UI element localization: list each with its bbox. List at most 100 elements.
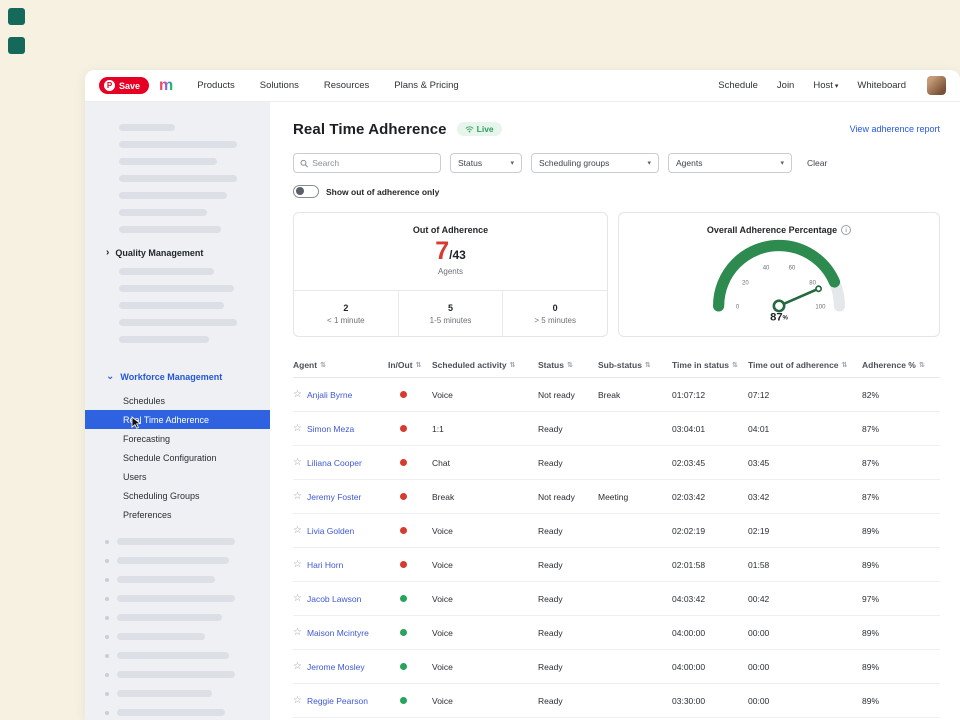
agent-link[interactable]: Livia Golden bbox=[307, 526, 354, 536]
star-icon[interactable]: ☆ bbox=[293, 423, 302, 434]
user-avatar[interactable] bbox=[927, 76, 946, 95]
time-out-of-adherence-cell: 01:58 bbox=[748, 560, 862, 570]
sidebar-item-users[interactable]: Users bbox=[85, 467, 270, 486]
table-row[interactable]: ☆Jeremy Foster Break Not ready Meeting 0… bbox=[293, 480, 940, 514]
table-row[interactable]: ☆Hari Horn Voice Ready 02:01:58 01:58 89… bbox=[293, 548, 940, 582]
sidebar-section-quality-management[interactable]: › Quality Management bbox=[85, 247, 270, 259]
sidebar: › Quality Management ⌄ Workforce Managem… bbox=[85, 102, 270, 720]
agent-link[interactable]: Jerome Mosley bbox=[307, 662, 365, 672]
overall-adherence-card: Overall Adherence Percentage i 0 20 40 6… bbox=[618, 212, 940, 337]
column-header-status[interactable]: Status⇅ bbox=[538, 360, 598, 370]
breakdown-under-1-min: 2 < 1 minute bbox=[294, 291, 398, 336]
nav-item-host[interactable]: Host▾ bbox=[813, 80, 838, 91]
nav-item-resources[interactable]: Resources bbox=[324, 80, 369, 91]
nav-item-solutions[interactable]: Solutions bbox=[260, 80, 299, 91]
decor-square-bottom bbox=[8, 37, 25, 54]
sidebar-item-forecasting[interactable]: Forecasting bbox=[85, 429, 270, 448]
column-header-scheduled-activity[interactable]: Scheduled activity⇅ bbox=[432, 360, 538, 370]
clear-filters-button[interactable]: Clear bbox=[807, 158, 827, 168]
column-header-inout[interactable]: In/Out⇅ bbox=[388, 360, 432, 370]
agent-link[interactable]: Hari Horn bbox=[307, 560, 343, 570]
table-row[interactable]: ☆Jacob Lawson Voice Ready 04:03:42 00:42… bbox=[293, 582, 940, 616]
star-icon[interactable]: ☆ bbox=[293, 389, 302, 400]
agent-link[interactable]: Jacob Lawson bbox=[307, 594, 361, 604]
nav-item-plans-pricing[interactable]: Plans & Pricing bbox=[394, 80, 458, 91]
star-icon[interactable]: ☆ bbox=[293, 593, 302, 604]
table-row[interactable]: ☆Livia Golden Voice Ready 02:02:19 02:19… bbox=[293, 514, 940, 548]
sort-icon: ⇅ bbox=[919, 361, 925, 369]
nav-item-schedule[interactable]: Schedule bbox=[718, 80, 758, 91]
sidebar-item-schedule-configuration[interactable]: Schedule Configuration bbox=[85, 448, 270, 467]
scheduled-activity-cell: Voice bbox=[432, 390, 538, 400]
scheduling-groups-filter-dropdown[interactable]: Scheduling groups ▾ bbox=[531, 153, 659, 173]
agent-link[interactable]: Anjali Byrne bbox=[307, 390, 352, 400]
search-input[interactable] bbox=[312, 158, 434, 168]
star-icon[interactable]: ☆ bbox=[293, 457, 302, 468]
scheduled-activity-cell: Voice bbox=[432, 662, 538, 672]
out-card-title: Out of Adherence bbox=[294, 225, 607, 235]
search-input-wrapper bbox=[293, 153, 441, 173]
skeleton-bar bbox=[119, 124, 175, 131]
svg-text:100: 100 bbox=[815, 304, 826, 310]
inout-status-dot bbox=[400, 391, 407, 398]
time-out-of-adherence-cell: 00:42 bbox=[748, 594, 862, 604]
column-header-time-out-of-adherence[interactable]: Time out of adherence⇅ bbox=[748, 360, 862, 370]
brand-logo[interactable]: m bbox=[159, 78, 173, 94]
nav-item-whiteboard[interactable]: Whiteboard bbox=[857, 80, 906, 91]
time-in-status-cell: 02:03:42 bbox=[672, 492, 748, 502]
pinterest-save-button[interactable]: P Save bbox=[99, 77, 149, 94]
column-header-time-in-status[interactable]: Time in status⇅ bbox=[672, 360, 748, 370]
skeleton-bar bbox=[119, 141, 237, 148]
table-row[interactable]: ☆Simon Meza 1:1 Ready 03:04:01 04:01 87% bbox=[293, 412, 940, 446]
scheduled-activity-cell: Voice bbox=[432, 594, 538, 604]
agent-link[interactable]: Reggie Pearson bbox=[307, 696, 368, 706]
scheduled-activity-cell: Chat bbox=[432, 458, 538, 468]
star-icon[interactable]: ☆ bbox=[293, 695, 302, 706]
star-icon[interactable]: ☆ bbox=[293, 661, 302, 672]
info-icon[interactable]: i bbox=[841, 225, 851, 235]
status-cell: Ready bbox=[538, 458, 598, 468]
status-cell: Ready bbox=[538, 696, 598, 706]
adherence-cell: 89% bbox=[862, 526, 938, 536]
table-row[interactable]: ☆Liliana Cooper Chat Ready 02:03:45 03:4… bbox=[293, 446, 940, 480]
time-out-of-adherence-cell: 03:42 bbox=[748, 492, 862, 502]
agent-link[interactable]: Jeremy Foster bbox=[307, 492, 361, 502]
live-badge: Live bbox=[457, 122, 502, 136]
sidebar-item-schedules[interactable]: Schedules bbox=[85, 391, 270, 410]
sidebar-item-real-time-adherence[interactable]: Real Time Adherence bbox=[85, 410, 270, 429]
sidebar-item-scheduling-groups[interactable]: Scheduling Groups bbox=[85, 486, 270, 505]
column-header-sub-status[interactable]: Sub-status⇅ bbox=[598, 360, 672, 370]
breakdown-over-5-min: 0 > 5 minutes bbox=[502, 291, 607, 336]
status-filter-dropdown[interactable]: Status ▾ bbox=[450, 153, 522, 173]
agent-link[interactable]: Maison Mcintyre bbox=[307, 628, 369, 638]
workforce-management-menu: Schedules Real Time Adherence Forecastin… bbox=[85, 391, 270, 524]
nav-item-products[interactable]: Products bbox=[197, 80, 235, 91]
table-row[interactable]: ☆Anjali Byrne Voice Not ready Break 01:0… bbox=[293, 378, 940, 412]
table-row[interactable]: ☆Reggie Pearson Voice Ready 03:30:00 00:… bbox=[293, 684, 940, 718]
show-out-of-adherence-toggle[interactable] bbox=[293, 185, 319, 198]
sidebar-item-preferences[interactable]: Preferences bbox=[85, 505, 270, 524]
page-title: Real Time Adherence bbox=[293, 121, 447, 138]
star-icon[interactable]: ☆ bbox=[293, 559, 302, 570]
skeleton-bar bbox=[119, 319, 237, 326]
sidebar-section-workforce-management[interactable]: ⌄ Workforce Management bbox=[85, 371, 270, 383]
agent-link[interactable]: Simon Meza bbox=[307, 424, 354, 434]
view-adherence-report-link[interactable]: View adherence report bbox=[850, 124, 940, 134]
star-icon[interactable]: ☆ bbox=[293, 525, 302, 536]
star-icon[interactable]: ☆ bbox=[293, 627, 302, 638]
adherence-cell: 87% bbox=[862, 492, 938, 502]
pinterest-save-label: Save bbox=[119, 81, 140, 91]
table-row[interactable]: ☆Maison Mcintyre Voice Ready 04:00:00 00… bbox=[293, 616, 940, 650]
table-row[interactable]: ☆Jerome Mosley Voice Ready 04:00:00 00:0… bbox=[293, 650, 940, 684]
nav-right: Schedule Join Host▾ Whiteboard bbox=[718, 76, 946, 95]
svg-text:80: 80 bbox=[809, 280, 816, 286]
out-card-unit: Agents bbox=[294, 267, 607, 276]
breakdown-1-5-min: 5 1-5 minutes bbox=[398, 291, 503, 336]
agents-filter-dropdown[interactable]: Agents ▾ bbox=[668, 153, 792, 173]
star-icon[interactable]: ☆ bbox=[293, 491, 302, 502]
column-header-adherence[interactable]: Adherence %⇅ bbox=[862, 360, 938, 370]
nav-item-join[interactable]: Join bbox=[777, 80, 794, 91]
inout-status-dot bbox=[400, 425, 407, 432]
column-header-agent[interactable]: Agent⇅ bbox=[293, 360, 388, 370]
agent-link[interactable]: Liliana Cooper bbox=[307, 458, 362, 468]
